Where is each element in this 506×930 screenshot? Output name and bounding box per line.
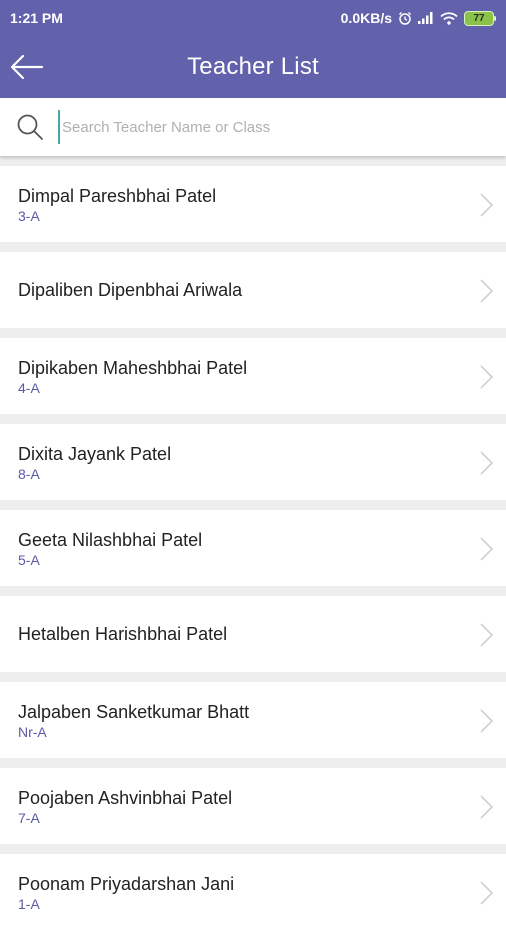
teacher-class: 3-A [18, 207, 40, 224]
alarm-icon [398, 11, 412, 25]
teacher-row[interactable]: Dipaliben Dipenbhai Ariwala [0, 252, 506, 328]
teacher-class: 1-A [18, 895, 40, 912]
search-icon[interactable] [16, 113, 44, 141]
teacher-row[interactable]: Dixita Jayank Patel 8-A [0, 424, 506, 500]
teacher-class: 8-A [18, 465, 40, 482]
chevron-right-icon [480, 451, 494, 475]
chevron-right-icon [480, 193, 494, 217]
teacher-name: Jalpaben Sanketkumar Bhatt [18, 701, 250, 722]
chevron-right-icon [480, 881, 494, 905]
chevron-right-icon [480, 537, 494, 561]
search-bar [0, 98, 506, 156]
teacher-list: Dimpal Pareshbhai Patel 3-A Dipaliben Dipe… [0, 166, 506, 930]
teacher-name: Poonam Priyadarshan Jani [18, 873, 235, 894]
teacher-name: Dixita Jayank Patel [18, 443, 172, 464]
search-input[interactable] [58, 110, 464, 144]
chevron-right-icon [480, 623, 494, 647]
teacher-class: 7-A [18, 809, 40, 826]
teacher-row[interactable]: Dimpal Pareshbhai Patel 3-A [0, 166, 506, 242]
teacher-row[interactable]: Dipikaben Maheshbhai Patel 4-A [0, 338, 506, 414]
teacher-class: 5-A [18, 551, 40, 568]
teacher-name: Poojaben Ashvinbhai Patel [18, 787, 233, 808]
page-title: Teacher List [187, 53, 319, 80]
wifi-icon [440, 11, 458, 25]
teacher-name: Hetalben Harishbhai Patel [18, 624, 228, 644]
teacher-class: 4-A [18, 379, 40, 396]
arrow-left-icon [10, 54, 44, 80]
signal-icon [418, 12, 434, 24]
teacher-row[interactable]: Poonam Priyadarshan Jani 1-A [0, 854, 506, 930]
app-bar: Teacher List [0, 36, 506, 98]
chevron-right-icon [480, 279, 494, 303]
teacher-row[interactable]: Jalpaben Sanketkumar Bhatt Nr-A [0, 682, 506, 758]
status-icons: 0.0KB/s 77 [340, 10, 496, 26]
teacher-name: Dimpal Pareshbhai Patel [18, 185, 217, 206]
teacher-name: Dipaliben Dipenbhai Ariwala [18, 280, 243, 300]
status-bar: 1:21 PM 0.0KB/s 77 [0, 0, 506, 36]
teacher-name: Geeta Nilashbhai Patel [18, 529, 203, 550]
teacher-row[interactable]: Hetalben Harishbhai Patel [0, 596, 506, 672]
status-time: 1:21 PM [10, 10, 63, 26]
teacher-class: Nr-A [18, 723, 47, 740]
battery-icon: 77 [464, 10, 496, 26]
teacher-row[interactable]: Poojaben Ashvinbhai Patel 7-A [0, 768, 506, 844]
chevron-right-icon [480, 709, 494, 733]
chevron-right-icon [480, 365, 494, 389]
network-speed: 0.0KB/s [340, 10, 392, 26]
teacher-name: Dipikaben Maheshbhai Patel [18, 357, 248, 378]
back-button[interactable] [6, 49, 46, 85]
chevron-right-icon [480, 795, 494, 819]
teacher-row[interactable]: Geeta Nilashbhai Patel 5-A [0, 510, 506, 586]
